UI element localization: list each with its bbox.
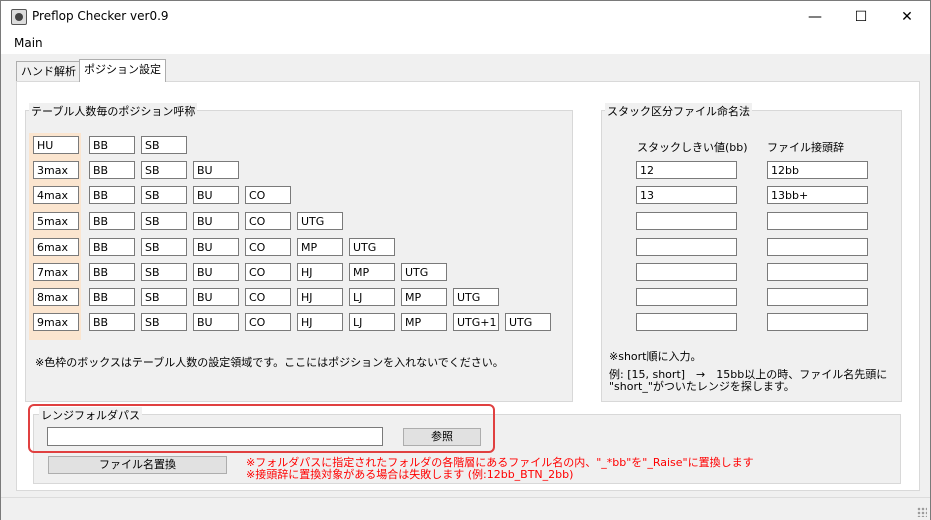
positions-note: ※色枠のボックスはテーブル人数の設定領域です。ここにはポジションを入れないでくだ… (35, 356, 504, 369)
position-field[interactable]: CO (245, 238, 291, 256)
position-field[interactable]: MP (401, 313, 447, 331)
file-prefix-field[interactable] (767, 263, 868, 281)
file-prefix-field[interactable]: 12bb (767, 161, 868, 179)
stack-note-example-2: "short_"がついたレンジを探します。 (609, 380, 795, 393)
position-field[interactable]: BB (89, 313, 135, 331)
position-field[interactable]: BU (193, 161, 239, 179)
file-prefix-header: ファイル接頭辞 (767, 141, 844, 154)
table-size-field[interactable]: 3max (33, 161, 79, 179)
position-field[interactable]: HJ (297, 288, 343, 306)
position-field[interactable]: SB (141, 288, 187, 306)
position-field[interactable]: UTG (401, 263, 447, 281)
position-field[interactable]: BB (89, 161, 135, 179)
stack-naming-legend: スタック区分ファイル命名法 (605, 103, 752, 119)
position-field[interactable]: UTG (297, 212, 343, 230)
position-field[interactable]: SB (141, 136, 187, 154)
stack-threshold-field[interactable]: 13 (636, 186, 737, 204)
position-field[interactable]: SB (141, 212, 187, 230)
position-field[interactable]: MP (297, 238, 343, 256)
close-button[interactable]: ✕ (884, 1, 930, 32)
minimize-button[interactable]: — (792, 1, 838, 32)
stack-threshold-field[interactable] (636, 288, 737, 306)
maximize-icon: ☐ (854, 8, 868, 25)
position-field[interactable]: SB (141, 161, 187, 179)
position-field[interactable]: BU (193, 212, 239, 230)
position-field[interactable]: BB (89, 238, 135, 256)
position-field[interactable]: BB (89, 186, 135, 204)
stack-threshold-field[interactable] (636, 313, 737, 331)
position-field[interactable]: BB (89, 263, 135, 281)
menu-bar: Main (1, 32, 930, 54)
table-size-field[interactable]: HU (33, 136, 79, 154)
position-field[interactable]: BU (193, 238, 239, 256)
stack-threshold-header: スタックしきい値(bb) (637, 141, 748, 154)
position-field[interactable]: UTG (505, 313, 551, 331)
tab-hand-analysis[interactable]: ハンド解析 (16, 61, 81, 82)
stack-note-order: ※short順に入力。 (609, 350, 702, 363)
position-field[interactable]: BB (89, 288, 135, 306)
position-field[interactable]: BU (193, 313, 239, 331)
position-field[interactable]: BB (89, 136, 135, 154)
maximize-button[interactable]: ☐ (838, 1, 884, 32)
stack-threshold-field[interactable] (636, 238, 737, 256)
position-field[interactable]: SB (141, 313, 187, 331)
file-prefix-field[interactable] (767, 212, 868, 230)
app-icon (11, 9, 27, 25)
position-field[interactable]: CO (245, 288, 291, 306)
position-field[interactable]: MP (401, 288, 447, 306)
file-prefix-field[interactable] (767, 313, 868, 331)
position-field[interactable]: UTG+1 (453, 313, 499, 331)
position-field[interactable]: LJ (349, 288, 395, 306)
title-bar[interactable]: Preflop Checker ver0.9 — ☐ ✕ (1, 1, 930, 32)
position-field[interactable]: SB (141, 238, 187, 256)
table-size-field[interactable]: 4max (33, 186, 79, 204)
rename-warning-2: ※接頭辞に置換対象がある場合は失敗します (例:12bb_BTN_2bb) (246, 468, 574, 481)
menu-item-main[interactable]: Main (14, 36, 43, 50)
file-prefix-field[interactable] (767, 238, 868, 256)
window-title: Preflop Checker ver0.9 (32, 9, 169, 23)
table-size-field[interactable]: 5max (33, 212, 79, 230)
resize-grip-icon[interactable] (917, 507, 927, 517)
tab-position-settings[interactable]: ポジション設定 (79, 59, 166, 82)
position-field[interactable]: CO (245, 263, 291, 281)
position-field[interactable]: UTG (453, 288, 499, 306)
file-prefix-field[interactable] (767, 288, 868, 306)
position-field[interactable]: CO (245, 313, 291, 331)
position-field[interactable]: BU (193, 263, 239, 281)
position-field[interactable]: CO (245, 212, 291, 230)
file-prefix-field[interactable]: 13bb+ (767, 186, 868, 204)
position-field[interactable]: MP (349, 263, 395, 281)
position-field[interactable]: CO (245, 186, 291, 204)
position-field[interactable]: BB (89, 212, 135, 230)
stack-threshold-field[interactable] (636, 263, 737, 281)
position-field[interactable]: SB (141, 186, 187, 204)
position-field[interactable]: UTG (349, 238, 395, 256)
close-icon: ✕ (901, 8, 913, 25)
table-size-field[interactable]: 9max (33, 313, 79, 331)
minimize-icon: — (808, 8, 822, 25)
app-window: Preflop Checker ver0.9 — ☐ ✕ Main ハンド解析 … (0, 0, 931, 520)
table-size-field[interactable]: 7max (33, 263, 79, 281)
status-bar (1, 497, 930, 520)
stack-threshold-field[interactable]: 12 (636, 161, 737, 179)
position-field[interactable]: SB (141, 263, 187, 281)
position-names-legend: テーブル人数毎のポジション呼称 (29, 103, 198, 119)
position-field[interactable]: HJ (297, 313, 343, 331)
position-field[interactable]: BU (193, 288, 239, 306)
rename-files-button[interactable]: ファイル名置換 (48, 456, 227, 474)
position-field[interactable]: LJ (349, 313, 395, 331)
table-size-field[interactable]: 8max (33, 288, 79, 306)
position-field[interactable]: HJ (297, 263, 343, 281)
table-size-field[interactable]: 6max (33, 238, 79, 256)
stack-threshold-field[interactable] (636, 212, 737, 230)
position-field[interactable]: BU (193, 186, 239, 204)
range-folder-highlight-frame (28, 404, 495, 453)
